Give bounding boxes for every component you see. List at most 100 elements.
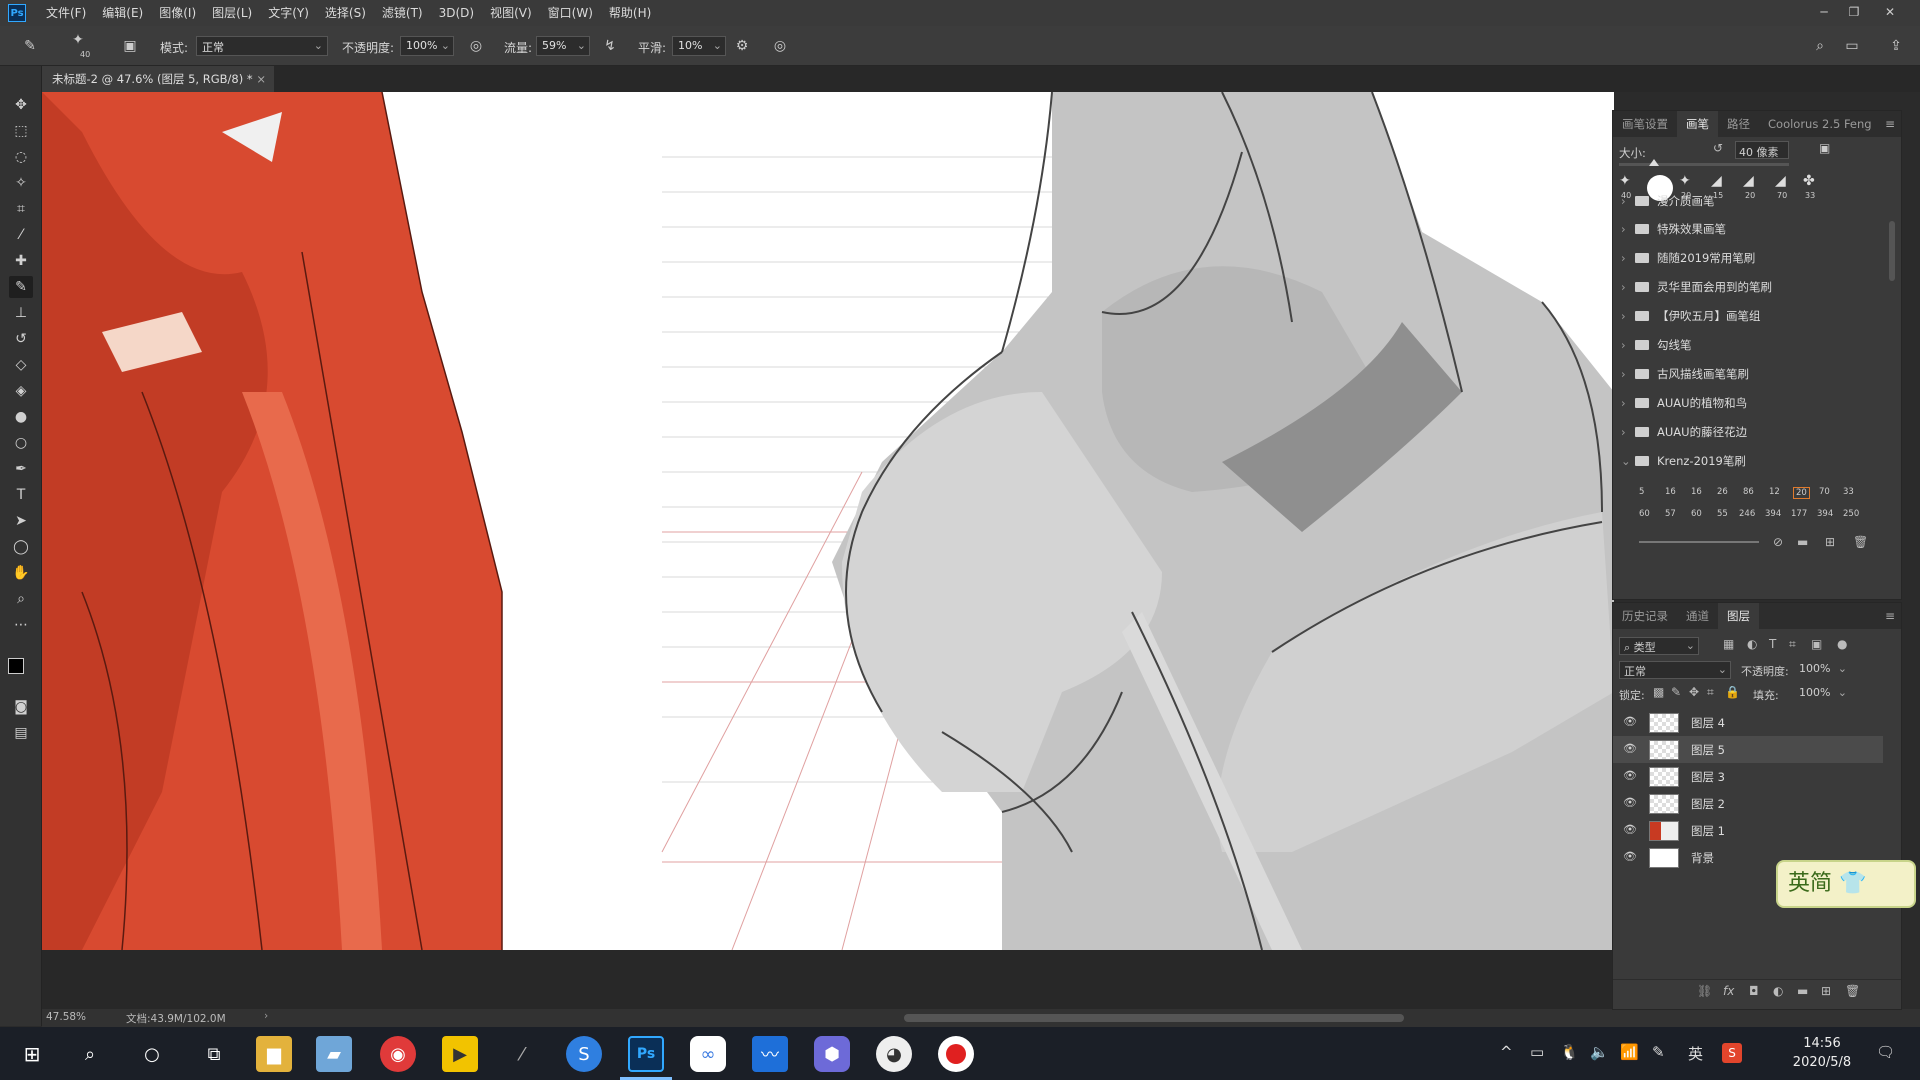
brush-size-label[interactable]: 394: [1817, 509, 1833, 519]
filter-adjustment-icon[interactable]: ◐: [1747, 637, 1757, 651]
ellipse-tool-icon[interactable]: ◯: [9, 536, 33, 558]
crop-tool-icon[interactable]: ⌗: [9, 198, 33, 220]
pen-tray-icon[interactable]: ✎: [1652, 1043, 1665, 1061]
eraser-tool-icon[interactable]: ◇: [9, 354, 33, 376]
menu-layer[interactable]: 图层(L): [204, 0, 260, 26]
screen-mode-icon[interactable]: ▤: [9, 722, 33, 744]
airbrush-icon[interactable]: ↯: [600, 36, 620, 56]
visibility-eye-icon[interactable]: 👁: [1623, 769, 1637, 783]
search-icon[interactable]: ⌕: [72, 1036, 108, 1072]
fill-input[interactable]: 100% ⌄: [1797, 685, 1849, 703]
player-app-icon[interactable]: ▶: [442, 1036, 478, 1072]
tab-layers[interactable]: 图层: [1718, 603, 1759, 629]
tab-coolorus[interactable]: Coolorus 2.5 Feng: [1759, 111, 1881, 137]
clock-time[interactable]: 14:56: [1782, 1036, 1862, 1051]
brush-folder[interactable]: › AUAU的植物和鸟: [1613, 389, 1883, 417]
link-layers-icon[interactable]: ⛓: [1697, 984, 1712, 998]
magic-wand-tool-icon[interactable]: ✧: [9, 172, 33, 194]
artwork-canvas[interactable]: [42, 92, 1614, 950]
brush-size-label[interactable]: 26: [1717, 487, 1728, 497]
menu-edit[interactable]: 编辑(E): [94, 0, 151, 26]
pressure-opacity-icon[interactable]: ◎: [466, 36, 486, 56]
new-brush-icon[interactable]: ⊞: [1825, 535, 1835, 549]
brush-size-input[interactable]: 40 像素: [1735, 141, 1789, 159]
gear-icon[interactable]: ⚙: [732, 36, 752, 56]
search-icon[interactable]: ⌕: [1810, 36, 1830, 56]
brush-folder[interactable]: › 灵华里面会用到的笔刷: [1613, 273, 1883, 301]
brush-folder[interactable]: › 随随2019常用笔刷: [1613, 244, 1883, 272]
mode-select[interactable]: 正常 ⌄: [196, 36, 328, 56]
brushes-scrollbar[interactable]: [1889, 221, 1895, 281]
layer-row[interactable]: 👁 图层 1: [1613, 817, 1883, 844]
volume-icon[interactable]: 🔈: [1590, 1043, 1609, 1061]
adjustment-layer-icon[interactable]: ◐: [1773, 984, 1783, 998]
input-language[interactable]: 英: [1688, 1043, 1703, 1064]
visibility-eye-icon[interactable]: 👁: [1623, 823, 1637, 837]
path-selection-tool-icon[interactable]: ➤: [9, 510, 33, 532]
cortana-icon[interactable]: ○: [134, 1036, 170, 1072]
lasso-tool-icon[interactable]: ◌: [9, 146, 33, 168]
brush-size-label[interactable]: 394: [1765, 509, 1781, 519]
layer-opacity-input[interactable]: 100% ⌄: [1797, 661, 1849, 679]
brush-tool-icon[interactable]: ✎: [20, 36, 40, 56]
qq-tray-icon[interactable]: 🐧: [1560, 1043, 1579, 1061]
minimize-icon[interactable]: ─: [1810, 0, 1838, 24]
close-icon[interactable]: ✕: [1876, 0, 1904, 24]
brush-size-label[interactable]: 33: [1843, 487, 1854, 497]
add-mask-icon[interactable]: ◘: [1749, 984, 1759, 998]
dodge-tool-icon[interactable]: ○: [9, 432, 33, 454]
status-arrow-icon[interactable]: ›: [264, 1010, 268, 1022]
lock-position-icon[interactable]: ✥: [1689, 685, 1699, 699]
tab-channels[interactable]: 通道: [1677, 603, 1718, 629]
task-view-icon[interactable]: ⧉: [196, 1036, 232, 1072]
cube-app-icon[interactable]: ⬢: [814, 1036, 850, 1072]
visibility-eye-icon[interactable]: 👁: [1623, 796, 1637, 810]
paint-bucket-tool-icon[interactable]: ◈: [9, 380, 33, 402]
baidu-netdisk-icon[interactable]: ∞: [690, 1036, 726, 1072]
menu-type[interactable]: 文字(Y): [260, 0, 317, 26]
visibility-eye-icon[interactable]: 👁: [1623, 850, 1637, 864]
tab-brushes[interactable]: 画笔: [1677, 111, 1718, 137]
eyedropper-tool-icon[interactable]: ⁄: [9, 224, 33, 246]
lock-transparent-icon[interactable]: ▩: [1653, 685, 1664, 699]
close-tab-icon[interactable]: ×: [256, 66, 266, 92]
blend-mode-select[interactable]: 正常 ⌄: [1619, 661, 1731, 679]
photoshop-taskbar-icon[interactable]: Ps: [628, 1036, 664, 1072]
workspace-icon[interactable]: ▭: [1842, 36, 1862, 56]
visibility-eye-icon[interactable]: 👁: [1623, 715, 1637, 729]
tab-paths[interactable]: 路径: [1718, 111, 1759, 137]
new-group-icon[interactable]: ▬: [1797, 984, 1808, 998]
toggle-preview-icon[interactable]: ⊘: [1773, 535, 1783, 549]
menu-window[interactable]: 窗口(W): [540, 0, 601, 26]
brush-size-label[interactable]: 60: [1691, 509, 1702, 519]
brush-size-label[interactable]: 70: [1819, 487, 1830, 497]
lock-all-icon[interactable]: 🔒: [1725, 685, 1740, 699]
pressure-size-icon[interactable]: ◎: [770, 36, 790, 56]
tray-expand-icon[interactable]: ^: [1500, 1043, 1513, 1061]
battery-icon[interactable]: ▭: [1530, 1043, 1544, 1061]
layer-filter-select[interactable]: ⌕ 类型 ⌄: [1619, 637, 1699, 655]
wave-app-icon[interactable]: 〰: [752, 1036, 788, 1072]
stylus-app-icon[interactable]: ⁄: [504, 1036, 540, 1072]
sogou-ime-tray-icon[interactable]: S: [1722, 1043, 1742, 1063]
restore-icon[interactable]: ❐: [1840, 0, 1868, 24]
sogou-icon[interactable]: S: [566, 1036, 602, 1072]
blur-tool-icon[interactable]: ●: [9, 406, 33, 428]
menu-help[interactable]: 帮助(H): [601, 0, 659, 26]
filter-toggle-icon[interactable]: ●: [1837, 637, 1847, 651]
size-slider[interactable]: [1619, 163, 1789, 166]
brush-size-label[interactable]: 246: [1739, 509, 1755, 519]
windows-start-icon[interactable]: ⊞: [14, 1036, 50, 1072]
brush-folder[interactable]: › 古风描线画笔笔刷: [1613, 360, 1883, 388]
menu-image[interactable]: 图像(I): [151, 0, 204, 26]
brush-size-label[interactable]: 60: [1639, 509, 1650, 519]
fx-icon[interactable]: fx: [1723, 984, 1734, 998]
lock-artboard-icon[interactable]: ⌗: [1707, 685, 1714, 700]
menu-filter[interactable]: 滤镜(T): [374, 0, 431, 26]
ime-status-badge[interactable]: 英简 👕: [1776, 860, 1916, 908]
pen-tool-icon[interactable]: ✒: [9, 458, 33, 480]
document-tab[interactable]: 未标题-2 @ 47.6% (图层 5, RGB/8) * ×: [42, 66, 274, 92]
more-tools-icon[interactable]: ⋯: [9, 614, 33, 636]
brush-settings-toggle-icon[interactable]: ▣: [120, 36, 140, 56]
notepad-icon[interactable]: ▰: [316, 1036, 352, 1072]
